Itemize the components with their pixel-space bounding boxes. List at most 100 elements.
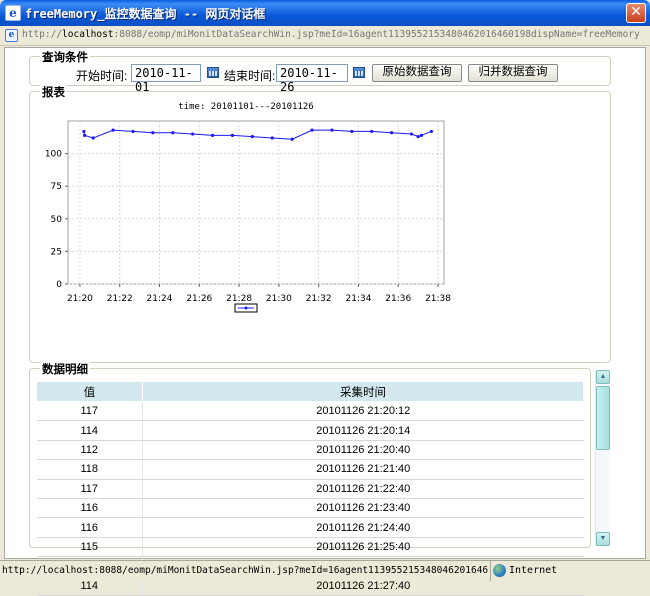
column-header-value[interactable]: 值 [36, 381, 143, 402]
y-axis-ticks: 0 25 50 75 100 [45, 150, 68, 290]
data-point [171, 131, 175, 135]
report-group: 报表 0 25 50 75 100 21:20 21:22 21:24 21:26 21:28 2… [29, 84, 611, 363]
details-group: 数据明细 值 采集时间 117 20101126 21:20:12 114 20101… [29, 361, 591, 596]
x-tick-label: 21:28 [226, 294, 252, 304]
table-row[interactable]: 116 20101126 21:24:40 [36, 517, 584, 538]
table-row[interactable]: 112 20101126 21:20:40 [36, 440, 584, 461]
cell-value: 114 [36, 420, 143, 441]
line-chart: 0 25 50 75 100 21:20 21:22 21:24 21:26 21:28 21:3… [45, 102, 451, 313]
x-tick-label: 21:34 [345, 294, 371, 304]
table-row[interactable]: 116 20101126 21:23:40 [36, 498, 584, 519]
x-tick-label: 21:32 [306, 294, 332, 304]
cell-time: 20101126 21:20:14 [142, 420, 584, 441]
merged-data-query-button[interactable]: 归并数据查询 [468, 64, 558, 82]
cell-time: 20101126 21:20:12 [142, 401, 584, 422]
details-legend: 数据明细 [40, 361, 90, 377]
table-row[interactable]: 117 20101126 21:22:40 [36, 479, 584, 499]
x-axis-ticks: 21:20 21:22 21:24 21:26 21:28 21:30 21:32 21:34… [67, 284, 451, 304]
y-tick-label: 75 [51, 182, 62, 192]
table-row[interactable]: 114 20101126 21:20:14 [36, 420, 584, 441]
table-row[interactable]: 118 20101126 21:21:40 [36, 459, 584, 480]
y-tick-label: 50 [51, 215, 63, 225]
data-point [416, 135, 420, 139]
data-point [82, 129, 86, 134]
cell-time: 20101126 21:22:40 [142, 479, 584, 499]
cell-value: 115 [36, 537, 143, 558]
details-scrollbar[interactable]: ▲ ▼ [595, 370, 610, 546]
plot-area [67, 120, 445, 285]
window-title: freeMemory_监控数据查询 -- 网页对话框 [25, 7, 266, 21]
x-tick-label: 21:26 [186, 294, 212, 304]
data-point [310, 128, 314, 132]
table-header-row: 值 采集时间 [36, 381, 584, 402]
data-point [390, 131, 394, 135]
cell-value: 117 [36, 401, 143, 422]
close-button[interactable]: ✕ [626, 3, 646, 23]
table-row[interactable]: 115 20101126 21:25:40 [36, 537, 584, 558]
data-point [250, 135, 254, 139]
start-calendar-icon[interactable] [207, 67, 219, 78]
table-row[interactable]: 117 20101126 21:20:12 [36, 401, 584, 422]
data-point [270, 136, 274, 140]
zone-label: Internet [509, 565, 558, 576]
data-point [330, 128, 334, 132]
x-tick-label: 21:30 [266, 294, 292, 304]
data-point [409, 132, 414, 136]
legend-marker [244, 306, 248, 310]
chart-legend [234, 303, 258, 313]
dialog-content: 查询条件 开始时间: 2010-11-01 结束时间: 2010-11-26 原… [4, 47, 646, 596]
globe-icon [493, 564, 506, 577]
cell-value: 118 [36, 459, 143, 480]
x-tick-label: 21:20 [67, 294, 93, 304]
data-point [290, 137, 294, 141]
cell-time: 20101126 21:25:40 [142, 537, 584, 558]
data-point [191, 132, 195, 136]
cell-time: 20101126 21:21:40 [142, 459, 584, 480]
ie-page-icon: e [5, 5, 21, 21]
chart-title: time: 20101101---20101126 [178, 102, 313, 112]
column-header-time[interactable]: 采集时间 [142, 381, 584, 402]
end-date-input[interactable]: 2010-11-26 [276, 64, 348, 94]
query-legend: 查询条件 [40, 49, 90, 65]
end-time-label: 结束时间: [224, 69, 276, 83]
status-url: http://localhost:8088/eomp/miMonitDataSe… [2, 565, 488, 576]
end-calendar-icon[interactable] [353, 67, 365, 78]
data-point [429, 129, 434, 134]
window-titlebar: e freeMemory_监控数据查询 -- 网页对话框 ✕ [0, 0, 650, 26]
data-point [91, 136, 95, 140]
data-point [350, 129, 354, 134]
scroll-down-arrow-icon[interactable]: ▼ [596, 532, 610, 546]
start-date-input[interactable]: 2010-11-01 [131, 64, 201, 94]
data-point [82, 133, 87, 137]
data-point [419, 133, 424, 137]
data-point [111, 128, 115, 132]
y-tick-label: 100 [45, 150, 62, 160]
data-point [230, 133, 235, 137]
cell-value: 116 [36, 517, 143, 538]
x-tick-label: 21:24 [147, 294, 173, 304]
data-point [131, 129, 135, 134]
scroll-up-arrow-icon[interactable]: ▲ [596, 370, 610, 384]
scrollbar-thumb[interactable] [596, 386, 610, 450]
cell-value: 117 [36, 479, 143, 499]
y-tick-label: 0 [56, 280, 62, 290]
y-tick-label: 25 [51, 247, 62, 257]
x-tick-label: 21:36 [385, 294, 411, 304]
data-point [210, 133, 215, 137]
query-group: 查询条件 开始时间: 2010-11-01 结束时间: 2010-11-26 原… [29, 49, 611, 94]
data-point [151, 131, 155, 135]
cell-value: 112 [36, 440, 143, 461]
raw-data-query-button[interactable]: 原始数据查询 [372, 64, 462, 82]
x-tick-label: 21:22 [107, 294, 133, 304]
status-bar: http://localhost:8088/eomp/miMonitDataSe… [0, 560, 650, 581]
cell-time: 20101126 21:20:40 [142, 440, 584, 461]
cell-time: 20101126 21:23:40 [142, 498, 584, 519]
start-time-label: 开始时间: [76, 69, 128, 83]
address-url: http://localhost:8088/eomp/miMonitDataSe… [22, 29, 640, 40]
security-zone: Internet [490, 561, 650, 581]
address-bar: e http://localhost:8088/eomp/miMonitData… [0, 26, 650, 46]
data-point [370, 129, 374, 134]
page-icon: e [5, 29, 18, 42]
cell-value: 116 [36, 498, 143, 519]
cell-time: 20101126 21:24:40 [142, 517, 584, 538]
